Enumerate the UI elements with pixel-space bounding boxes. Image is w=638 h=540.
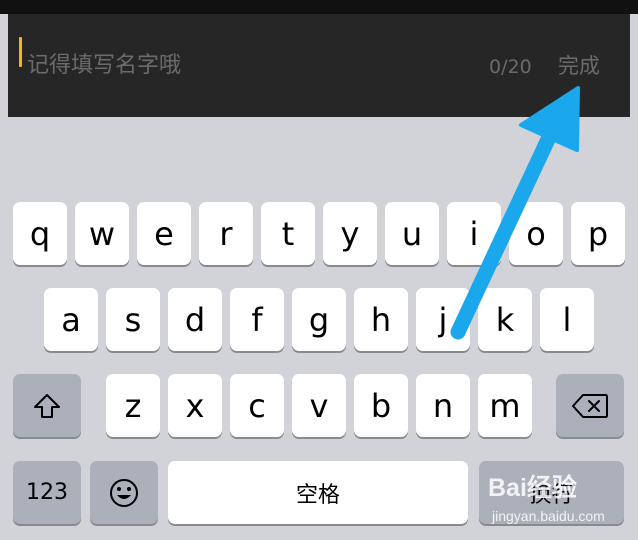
key-a[interactable]: a (44, 288, 98, 351)
key-q[interactable]: q (13, 202, 67, 265)
key-h[interactable]: h (354, 288, 408, 351)
key-j[interactable]: j (416, 288, 470, 351)
key-r[interactable]: r (199, 202, 253, 265)
shift-key[interactable] (13, 374, 81, 437)
key-m[interactable]: m (478, 374, 532, 437)
key-i[interactable]: i (447, 202, 501, 265)
shift-icon (34, 393, 60, 418)
key-n[interactable]: n (416, 374, 470, 437)
key-f[interactable]: f (230, 288, 284, 351)
space-key[interactable]: 空格 (168, 461, 468, 524)
backspace-key[interactable] (556, 374, 624, 437)
key-g[interactable]: g (292, 288, 346, 351)
done-button[interactable]: 完成 (558, 52, 600, 80)
key-v[interactable]: v (292, 374, 346, 437)
key-c[interactable]: c (230, 374, 284, 437)
text-caret (19, 37, 22, 67)
key-x[interactable]: x (168, 374, 222, 437)
numbers-key[interactable]: 123 (13, 461, 81, 524)
status-bar (0, 0, 638, 14)
key-d[interactable]: d (168, 288, 222, 351)
key-u[interactable]: u (385, 202, 439, 265)
character-counter: 0/20 (489, 56, 532, 78)
key-t[interactable]: t (261, 202, 315, 265)
emoji-icon (110, 478, 138, 507)
key-k[interactable]: k (478, 288, 532, 351)
key-z[interactable]: z (106, 374, 160, 437)
return-key[interactable]: 换行 (479, 461, 624, 524)
key-b[interactable]: b (354, 374, 408, 437)
key-w[interactable]: w (75, 202, 129, 265)
key-p[interactable]: p (571, 202, 625, 265)
backspace-icon (572, 393, 608, 418)
key-l[interactable]: l (540, 288, 594, 351)
name-input-placeholder[interactable]: 记得填写名字哦 (27, 51, 181, 81)
emoji-key[interactable] (90, 461, 158, 524)
key-y[interactable]: y (323, 202, 377, 265)
key-e[interactable]: e (137, 202, 191, 265)
key-o[interactable]: o (509, 202, 563, 265)
key-s[interactable]: s (106, 288, 160, 351)
